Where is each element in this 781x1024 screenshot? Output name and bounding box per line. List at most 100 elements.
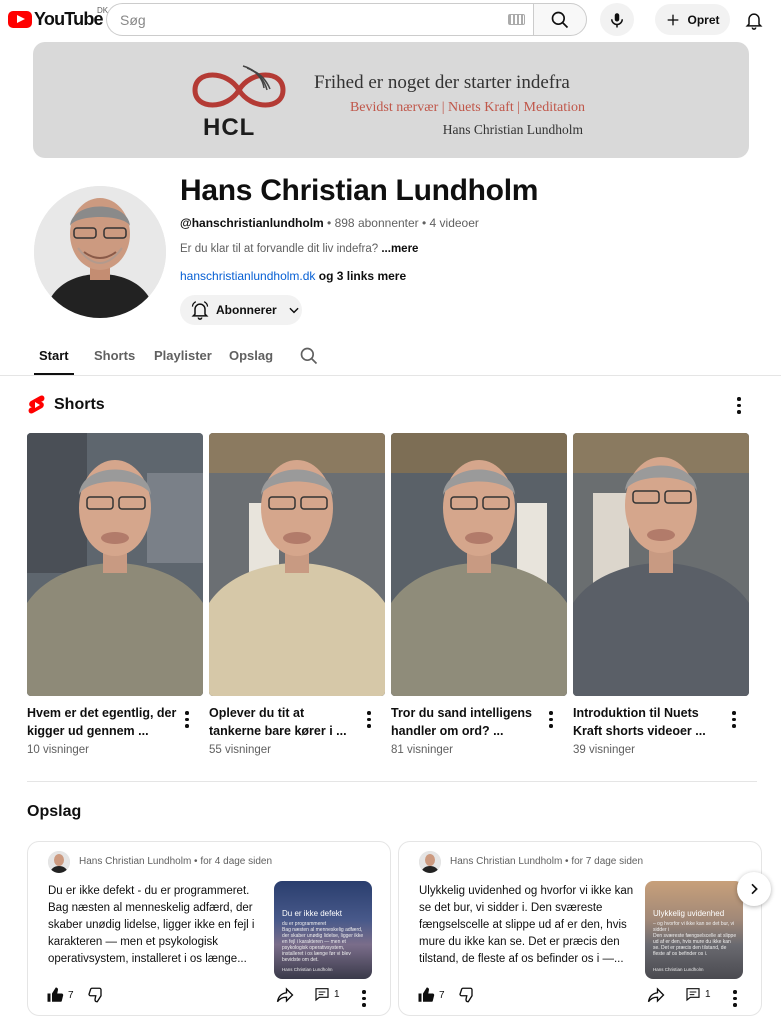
like-button[interactable]: 7 (417, 986, 445, 1004)
post-more-icon[interactable] (733, 990, 737, 1007)
post-time: • for 7 dage siden (562, 856, 644, 867)
avatar-portrait-icon (48, 851, 70, 873)
tab-start[interactable]: Start (39, 348, 69, 363)
tab-shorts[interactable]: Shorts (94, 348, 135, 363)
post-author-name[interactable]: Hans Christian Lundholm (450, 856, 562, 867)
short-person-image-icon (209, 433, 385, 696)
post-image[interactable]: Du er ikke defekt du er programmeret Bag … (274, 881, 372, 979)
voice-search-button[interactable] (600, 3, 634, 36)
short-title[interactable]: Hvem er det egentlig, der kigger ud genn… (27, 704, 177, 740)
post-image-body: Den sværeste fængselscelle at slippe ud … (653, 933, 737, 957)
dislike-button[interactable] (86, 986, 104, 1004)
thumbs-up-icon (47, 987, 64, 1002)
short-more-icon[interactable] (367, 711, 371, 728)
banner-logo-text: HCL (203, 114, 256, 141)
short-title[interactable]: Oplever du tit at tankerne bare kører i … (209, 704, 359, 740)
channel-avatar[interactable] (34, 186, 166, 318)
top-bar: YouTube DK Opret (0, 0, 781, 40)
like-count: 7 (68, 989, 74, 1001)
shorts-section-title: Shorts (54, 396, 105, 413)
share-button[interactable] (647, 986, 665, 1004)
subscribe-label: Abonnerer (216, 303, 277, 317)
subscribe-button[interactable]: Abonnerer (180, 295, 302, 325)
short-person-image-icon (391, 433, 567, 696)
share-icon (647, 987, 665, 1003)
short-thumbnail[interactable] (27, 433, 203, 696)
post-image[interactable]: Ulykkelig uvidenhed – og hvorfor vi ikke… (645, 881, 743, 979)
short-thumbnail[interactable] (209, 433, 385, 696)
comment-button[interactable]: 1 (685, 986, 711, 1002)
avatar-portrait-icon (419, 851, 441, 873)
search-button[interactable] (533, 3, 587, 36)
keyboard-icon[interactable] (508, 14, 525, 25)
short-thumbnail[interactable] (391, 433, 567, 696)
search-input[interactable] (107, 4, 487, 35)
tab-playlists[interactable]: Playlister (154, 348, 212, 363)
like-button[interactable]: 7 (46, 986, 74, 1004)
bell-ringing-icon (191, 301, 209, 320)
channel-description[interactable]: Er du klar til at forvandle dit liv inde… (180, 243, 418, 255)
dislike-button[interactable] (457, 986, 475, 1004)
post-card[interactable]: Hans Christian Lundholm • for 4 dage sid… (27, 841, 391, 1016)
post-text[interactable]: Ulykkelig uvidenhed og hvorfor vi ikke k… (419, 883, 635, 968)
channel-handle: @hanschristianlundholm (180, 216, 324, 230)
short-thumbnail[interactable] (573, 433, 749, 696)
shorts-more-icon[interactable] (737, 397, 741, 414)
post-more-icon[interactable] (362, 990, 366, 1007)
post-image-text: – og hvorfor vi ikke kan se det bur, vi … (653, 921, 737, 957)
create-button[interactable]: Opret (655, 4, 730, 35)
short-title[interactable]: Introduktion til Nuets Kraft shorts vide… (573, 704, 723, 740)
post-image-subtitle: – og hvorfor vi ikke kan se det bur, vi … (653, 921, 735, 933)
logo-text: YouTube (34, 9, 104, 29)
short-views: 81 visninger (391, 744, 454, 756)
like-count: 7 (439, 989, 445, 1001)
comment-count: 1 (334, 988, 340, 1000)
channel-stats: • 898 abonnenter • 4 videoer (323, 216, 479, 230)
post-image-text: du er programmeret Bag næsten al menneske… (282, 921, 366, 963)
notifications-button[interactable] (741, 7, 767, 33)
short-more-icon[interactable] (549, 711, 553, 728)
post-meta: Hans Christian Lundholm • for 7 dage sid… (450, 856, 643, 867)
comment-icon (686, 988, 700, 1002)
description-more-link[interactable]: ...mere (381, 243, 418, 255)
comment-count: 1 (705, 988, 711, 1000)
plus-icon (668, 14, 679, 25)
posts-next-button[interactable] (737, 872, 771, 906)
post-author-avatar[interactable] (419, 851, 441, 873)
short-more-icon[interactable] (185, 711, 189, 728)
share-icon (276, 987, 294, 1003)
microphone-icon (611, 12, 623, 27)
banner-keywords: Bevidst nærvær | Nuets Kraft | Meditatio… (349, 100, 585, 115)
youtube-play-icon (8, 11, 32, 28)
channel-search-icon[interactable] (299, 346, 319, 366)
post-image-body: Bag næsten al menneskelig adfærd, der sk… (282, 927, 364, 963)
tab-posts[interactable]: Opslag (229, 348, 273, 363)
more-links-button[interactable]: og 3 links mere (315, 269, 406, 283)
post-image-footer: Hans Christian Lundholm (282, 967, 333, 972)
post-author-avatar[interactable] (48, 851, 70, 873)
post-card[interactable]: Hans Christian Lundholm • for 7 dage sid… (398, 841, 762, 1016)
short-more-icon[interactable] (732, 711, 736, 728)
comment-button[interactable]: 1 (314, 986, 340, 1002)
post-actions: 7 1 (46, 986, 376, 1007)
bell-icon (745, 13, 763, 30)
channel-meta: @hanschristianlundholm • 898 abonnenter … (180, 216, 479, 230)
banner-author: Hans Christian Lundholm (442, 122, 583, 137)
create-label: Opret (687, 12, 720, 27)
youtube-logo[interactable]: YouTube DK (8, 6, 108, 30)
short-person-image-icon (27, 433, 203, 696)
thumbs-down-icon (459, 987, 473, 1003)
active-tab-indicator (34, 373, 74, 375)
short-views: 55 visninger (209, 744, 272, 756)
share-button[interactable] (276, 986, 294, 1004)
post-meta: Hans Christian Lundholm • for 4 dage sid… (79, 856, 272, 867)
post-author-name[interactable]: Hans Christian Lundholm (79, 856, 191, 867)
channel-website-link[interactable]: hanschristianlundholm.dk (180, 269, 315, 283)
post-image-title: Du er ikke defekt (282, 909, 343, 918)
post-text[interactable]: Du er ikke defekt - du er programmeret. … (48, 883, 264, 968)
thumbs-up-icon (418, 987, 435, 1002)
short-title[interactable]: Tror du sand intelligens handler om ord?… (391, 704, 541, 740)
channel-banner: HCL Frihed er noget der starter indefra … (33, 42, 749, 158)
description-text: Er du klar til at forvandle dit liv inde… (180, 243, 382, 255)
channel-tabs: Start Shorts Playlister Opslag (0, 336, 781, 376)
